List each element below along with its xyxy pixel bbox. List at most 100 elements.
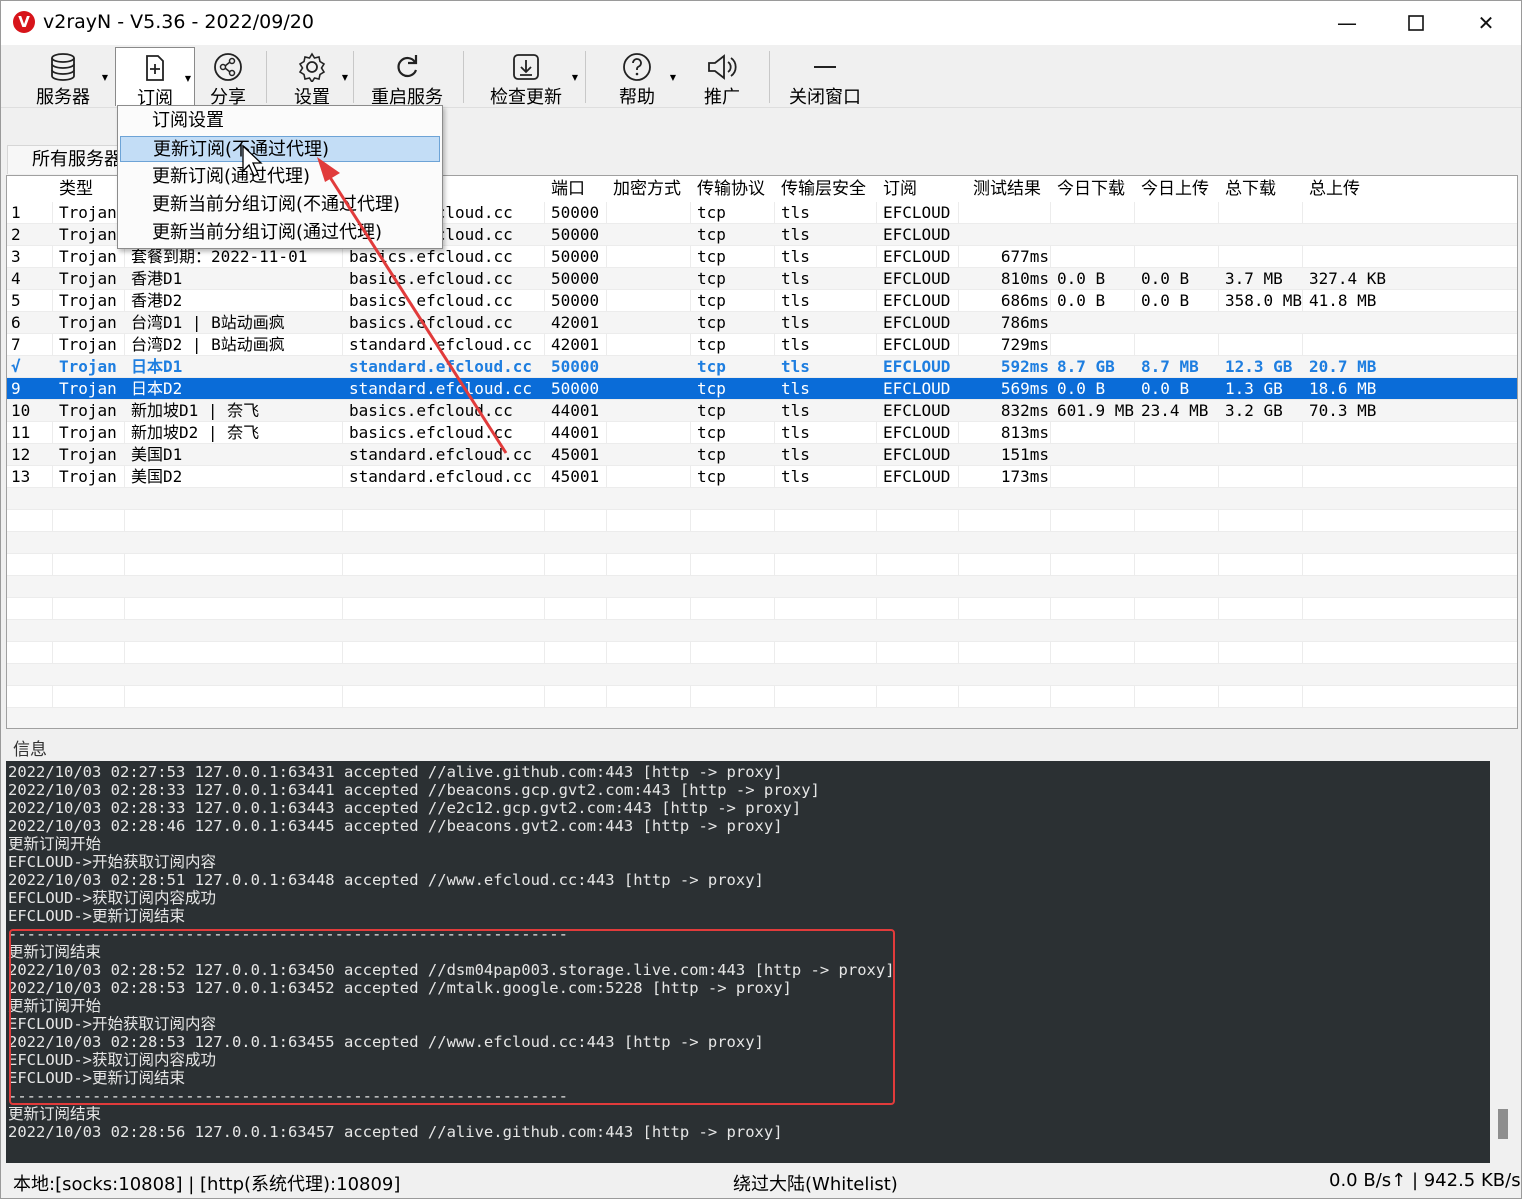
server-alias: 日本D2 [131,379,183,398]
encryption [613,312,695,334]
server-type: Trojan [59,247,117,266]
server-port: 42001 [551,313,600,332]
row-number-header[interactable] [11,176,53,202]
server-port: 50000 [551,357,600,376]
annotation-highlight-box [9,929,895,1105]
table-row[interactable]: 10 Trojan 新加坡D1 | 奈飞 basics.efcloud.cc 44001… [7,400,1517,422]
log-line: 2022/10/03 02:28:56 127.0.0.1:63457 acce… [8,1123,783,1141]
log-line: 2022/10/03 02:28:33 127.0.0.1:63441 acce… [8,781,820,799]
transport-protocol: tcp [697,379,726,398]
menu-item-subscription-settings[interactable]: 订阅设置 [120,108,440,134]
server-type: Trojan [59,445,117,464]
row-number: 12 [11,445,31,464]
table-row[interactable]: √ Trojan 日本D1 standard.efcloud.cc 50000 tcp tl… [7,356,1517,378]
encryption-header[interactable]: 加密方式 [613,176,695,202]
app-window: V v2rayN - V5.36 - 2022/09/20 — ✕ 服务器 ▼ … [0,0,1522,1199]
row-number: √ [11,357,21,376]
transport-protocol: tcp [697,225,726,244]
servers-button[interactable]: 服务器 ▼ [15,47,111,108]
menu-item-update-no-proxy[interactable]: 更新订阅(不通过代理) [120,136,440,162]
today-download: 0.0 B [1057,379,1106,398]
log-scrollbar-thumb[interactable] [1498,1109,1508,1139]
table-row[interactable]: 3 Trojan 套餐到期：2022-11-01 basics.efcloud.cc 5… [7,246,1517,268]
close-window-button[interactable]: 关闭窗口 [779,47,871,108]
subscription-button[interactable]: 订阅 ▼ [115,47,195,109]
check-update-button[interactable]: 检查更新 ▼ [471,47,581,108]
settings-button[interactable]: 设置 ▼ [273,47,351,108]
server-type: Trojan [59,313,117,332]
toolbar: 服务器 ▼ 订阅 ▼ 分享 设置 ▼ 重启服务 检查更新 ▼ 帮助 ▼ 推广 关… [1,45,1521,109]
maximize-icon[interactable] [1381,1,1451,45]
transport-protocol: tcp [697,203,726,222]
server-address: basics.efcloud.cc [349,313,513,332]
table-row[interactable]: 11 Trojan 新加坡D2 | 奈飞 basics.efcloud.cc 44001… [7,422,1517,444]
tls-header[interactable]: 传输层安全 [781,176,881,202]
total-download [1225,312,1307,334]
test-result-header[interactable]: 测试结果 [973,176,1057,202]
log-line: 更新订阅开始 [8,835,102,853]
subscription: EFCLOUD [883,445,951,464]
today-download [1057,246,1139,268]
test-result: 832ms [1000,401,1049,420]
empty-table-row [7,488,1517,510]
server-alias: 日本D1 [131,357,183,376]
today-down-header[interactable]: 今日下载 [1057,176,1139,202]
share-button[interactable]: 分享 [197,47,259,108]
gear-icon [298,52,326,82]
server-address: basics.efcloud.cc [349,291,513,310]
test-result [965,202,1049,224]
subscription: EFCLOUD [883,423,951,442]
log-line: 2022/10/03 02:28:46 127.0.0.1:63445 acce… [8,817,783,835]
log-scrollbar[interactable] [1490,761,1516,1163]
menu-item-update-group-no-proxy[interactable]: 更新当前分组订阅(不通过代理) [120,192,440,218]
server-address: basics.efcloud.cc [349,423,513,442]
database-icon [51,53,75,81]
minimize-icon[interactable]: — [1312,1,1382,45]
server-address: basics.efcloud.cc [349,269,513,288]
close-window-label: 关闭窗口 [789,87,861,108]
server-type: Trojan [59,423,117,442]
promotion-button[interactable]: 推广 [689,47,755,108]
empty-table-row [7,554,1517,576]
transport-protocol: tcp [697,335,726,354]
table-row[interactable]: 5 Trojan 香港D2 basics.efcloud.cc 50000 tcp tls E… [7,290,1517,312]
menu-item-update-via-proxy[interactable]: 更新订阅(通过代理) [120,164,440,190]
subscription-header[interactable]: 订阅 [883,176,963,202]
total-down-header[interactable]: 总下载 [1225,176,1307,202]
server-address: standard.efcloud.cc [349,335,533,354]
help-button[interactable]: 帮助 ▼ [595,47,679,108]
table-row[interactable]: 12 Trojan 美国D1 standard.efcloud.cc 45001 tcp t… [7,444,1517,466]
today-upload [1141,246,1223,268]
megaphone-icon [708,54,737,80]
server-address: basics.efcloud.cc [349,247,513,266]
today-download: 0.0 B [1057,269,1106,288]
row-number: 5 [11,291,21,310]
toolbar-separator [266,51,267,103]
row-number: 6 [11,313,21,332]
close-icon[interactable]: ✕ [1451,1,1521,45]
transport-security: tls [781,225,810,244]
transport-security: tls [781,467,810,486]
total-download: 3.2 GB [1225,401,1283,420]
total-up-header[interactable]: 总上传 [1309,176,1517,202]
server-port: 44001 [551,423,600,442]
table-row[interactable]: 9 Trojan 日本D2 standard.efcloud.cc 50000 tcp tl… [7,378,1517,400]
table-row[interactable]: 13 Trojan 美国D2 standard.efcloud.cc 45001 tcp t… [7,466,1517,488]
chevron-down-icon: ▼ [669,73,676,82]
transport-security: tls [781,445,810,464]
today-up-header[interactable]: 今日上传 [1141,176,1223,202]
empty-table-row [7,708,1517,728]
transport-header[interactable]: 传输协议 [697,176,779,202]
server-address: standard.efcloud.cc [349,379,533,398]
port-header[interactable]: 端口 [551,176,609,202]
transport-security: tls [781,291,810,310]
restart-service-button[interactable]: 重启服务 [363,47,451,108]
status-speed: 0.0 B/s↑ | 942.5 KB/s↓ [1329,1170,1522,1191]
table-row[interactable]: 7 Trojan 台湾D2 | B站动画疯 standard.efcloud.cc 42… [7,334,1517,356]
server-alias: 香港D2 [131,291,183,310]
menu-item-update-group-via-proxy[interactable]: 更新当前分组订阅(通过代理) [120,220,440,246]
table-row[interactable]: 4 Trojan 香港D1 basics.efcloud.cc 50000 tcp tls E… [7,268,1517,290]
table-row[interactable]: 6 Trojan 台湾D1 | B站动画疯 basics.efcloud.cc 4200… [7,312,1517,334]
status-routing[interactable]: 绕过大陆(Whitelist) [733,1170,898,1196]
total-upload [1309,246,1517,268]
